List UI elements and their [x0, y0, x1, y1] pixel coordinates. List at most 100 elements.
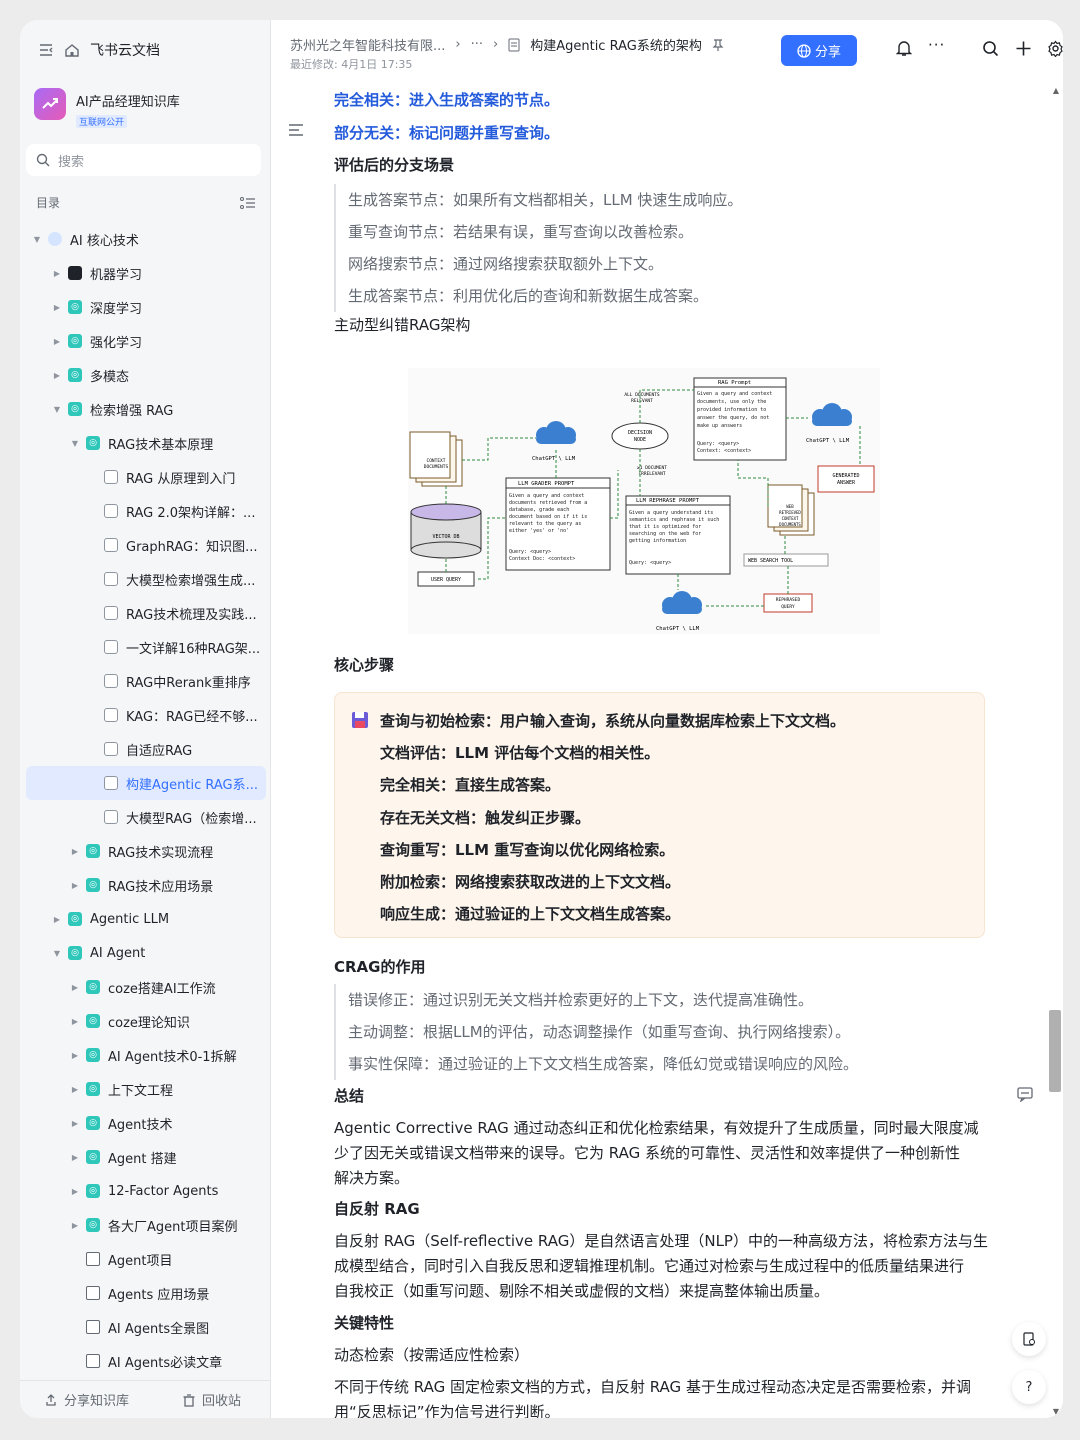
breadcrumb-org[interactable]: 苏州光之年智能科技有限...: [290, 35, 445, 54]
tree-node[interactable]: ▶ 机器学习: [26, 256, 266, 290]
crag-item: 主动调整：根据LLM的评估，动态调整操作（如重写查询、执行网络搜索）。: [348, 1023, 851, 1041]
tree-node-label: 大模型检索增强生成...: [126, 573, 256, 589]
caret-right-icon[interactable]: ▶: [52, 337, 62, 346]
tree-node[interactable]: RAG 2.0架构详解：...: [26, 494, 266, 528]
tree-node[interactable]: ▼ ◎ 检索增强 RAG: [26, 392, 266, 426]
scroll-down-arrow-icon[interactable]: ▼: [1053, 1407, 1059, 1416]
settings-gear-icon[interactable]: [1047, 40, 1063, 61]
scrollbar[interactable]: ▲ ▼: [1049, 80, 1061, 1418]
tree-node-label: 上下文工程: [108, 1083, 174, 1099]
caret-right-icon[interactable]: ▶: [70, 1085, 80, 1094]
caret-right-icon[interactable]: ▶: [70, 983, 80, 992]
caret-down-icon[interactable]: ▼: [52, 405, 62, 414]
caret-right-icon[interactable]: ▶: [70, 1153, 80, 1162]
caret-right-icon[interactable]: ▶: [70, 1187, 80, 1196]
doc-info-button[interactable]: [1012, 1322, 1046, 1356]
tree-node[interactable]: ▶ ◎ 上下文工程: [26, 1072, 266, 1106]
search-doc-icon[interactable]: [982, 40, 999, 61]
more-menu-icon[interactable]: ···: [928, 36, 945, 54]
tree-node[interactable]: ▼ ◎ AI Agent: [26, 936, 266, 970]
tree-node[interactable]: GraphRAG：知识图...: [26, 528, 266, 562]
caret-right-icon[interactable]: ▶: [70, 881, 80, 890]
tree-node[interactable]: 大模型RAG（检索增...: [26, 800, 266, 834]
tree-node[interactable]: ▼ ◎ RAG技术基本原理: [26, 426, 266, 460]
wiki-node-icon: ◎: [86, 1116, 100, 1130]
tree-node[interactable]: 大模型检索增强生成...: [26, 562, 266, 596]
tree-node[interactable]: ▶ ◎ 深度学习: [26, 290, 266, 324]
tree-node[interactable]: RAG技术梳理及实践...: [26, 596, 266, 630]
tree-node[interactable]: 自适应RAG: [26, 732, 266, 766]
self-rag-paragraph: 自反射 RAG（Self-reflective RAG）是自然语言处理（NLP）…: [334, 1229, 988, 1304]
tree-node-label: RAG中Rerank重排序: [126, 675, 251, 691]
search-input[interactable]: 搜索: [26, 144, 261, 176]
caret-right-icon[interactable]: ▶: [52, 371, 62, 380]
toc-list-icon[interactable]: [240, 196, 256, 210]
tree-node[interactable]: ▼ AI 核心技术: [26, 222, 266, 256]
tree-node[interactable]: RAG中Rerank重排序: [26, 664, 266, 698]
branch-item: 生成答案节点：利用优化后的查询和新数据生成答案。: [348, 287, 709, 305]
tree-node[interactable]: 一文详解16种RAG架...: [26, 630, 266, 664]
tree-node[interactable]: ▶ ◎ 12-Factor Agents: [26, 1174, 266, 1208]
tree-node[interactable]: ▶ ◎ 多模态: [26, 358, 266, 392]
caret-down-icon[interactable]: ▼: [52, 949, 62, 958]
tree-node[interactable]: ▶ ◎ 各大厂Agent项目案例: [26, 1208, 266, 1242]
tree-node[interactable]: ▶ ◎ RAG技术实现流程: [26, 834, 266, 868]
bell-icon[interactable]: [895, 40, 913, 61]
folder-box-icon: [86, 1252, 100, 1266]
caret-down-icon[interactable]: ▼: [32, 235, 42, 244]
caret-right-icon[interactable]: ▶: [70, 1051, 80, 1060]
caret-right-icon[interactable]: ▶: [70, 1119, 80, 1128]
share-button[interactable]: 分享: [781, 35, 857, 66]
caret-right-icon[interactable]: ▶: [70, 847, 80, 856]
tree-node[interactable]: ▶ ◎ 强化学习: [26, 324, 266, 358]
tree-node[interactable]: ▶ ◎ coze搭建AI工作流: [26, 970, 266, 1004]
home-icon[interactable]: [64, 42, 80, 58]
outline-toggle-icon[interactable]: [288, 122, 304, 141]
chevron-right-icon: ›: [455, 37, 461, 52]
crag-item: 事实性保障：通过验证的上下文文档生成答案，降低幻觉或错误响应的风险。: [348, 1055, 859, 1073]
tree-node-label: 自适应RAG: [126, 743, 193, 759]
share-kb-label: 分享知识库: [64, 1394, 130, 1409]
link-fully-relevant[interactable]: 完全相关：进入生成答案的节点。: [334, 90, 559, 110]
scroll-up-arrow-icon[interactable]: ▲: [1053, 86, 1059, 95]
paragraph-line: 成模型结合，同时引入自我反思和逻辑推理机制。它通过对检索与生成过程中的低质量结果…: [334, 1257, 965, 1275]
wiki-node-icon: ◎: [86, 436, 100, 450]
share-kb-button[interactable]: 分享知识库: [44, 1390, 129, 1409]
caret-right-icon[interactable]: ▶: [70, 1017, 80, 1026]
pin-icon[interactable]: [712, 38, 724, 52]
generated-answer-box: [817, 465, 875, 493]
help-button[interactable]: ?: [1012, 1370, 1046, 1404]
tree-node[interactable]: Agents 应用场景: [26, 1276, 266, 1310]
tree-node-label: Agentic LLM: [90, 911, 170, 927]
knowledge-base-header[interactable]: AI产品经理知识库 互联网公开: [34, 88, 180, 129]
tree-node[interactable]: AI Agents全景图: [26, 1310, 266, 1344]
caret-right-icon[interactable]: ▶: [52, 269, 62, 278]
tree-node[interactable]: ▶ ◎ Agent 搭建: [26, 1140, 266, 1174]
breadcrumb-more[interactable]: ···: [471, 37, 483, 52]
caret-down-icon[interactable]: ▼: [70, 439, 80, 448]
tree-node[interactable]: Agent项目: [26, 1242, 266, 1276]
tree-node[interactable]: 构建Agentic RAG系...: [26, 766, 266, 800]
link-partially-irrelevant[interactable]: 部分无关：标记问题并重写查询。: [334, 123, 559, 143]
tree-node[interactable]: ▶ ◎ Agent技术: [26, 1106, 266, 1140]
sidebar-footer: 分享知识库 回收站: [20, 1380, 270, 1418]
scrollbar-thumb[interactable]: [1049, 1010, 1061, 1092]
app-name[interactable]: 飞书云文档: [90, 40, 160, 60]
collapse-sidebar-icon[interactable]: [38, 42, 54, 58]
tree-node[interactable]: AI Agents必读文章: [26, 1344, 266, 1378]
paragraph-line: 用“反思标记”作为信号进行判断。: [334, 1403, 560, 1418]
tree-node[interactable]: ▶ ◎ AI Agent技术0-1拆解: [26, 1038, 266, 1072]
tree-node[interactable]: ▶ ◎ coze理论知识: [26, 1004, 266, 1038]
paragraph-line: Agentic Corrective RAG 通过动态纠正和优化检索结果，有效提…: [334, 1119, 979, 1137]
tree-node[interactable]: RAG 从原理到入门: [26, 460, 266, 494]
comment-icon[interactable]: [1017, 1087, 1033, 1106]
wiki-node-icon: ◎: [86, 1082, 100, 1096]
caret-right-icon[interactable]: ▶: [52, 303, 62, 312]
caret-right-icon[interactable]: ▶: [52, 915, 62, 924]
add-icon[interactable]: [1015, 40, 1032, 61]
caret-right-icon[interactable]: ▶: [70, 1221, 80, 1230]
tree-node[interactable]: ▶ ◎ RAG技术应用场景: [26, 868, 266, 902]
tree-node[interactable]: ▶ ◎ Agentic LLM: [26, 902, 266, 936]
trash-button[interactable]: 回收站: [182, 1390, 241, 1409]
tree-node[interactable]: KAG：RAG已经不够...: [26, 698, 266, 732]
